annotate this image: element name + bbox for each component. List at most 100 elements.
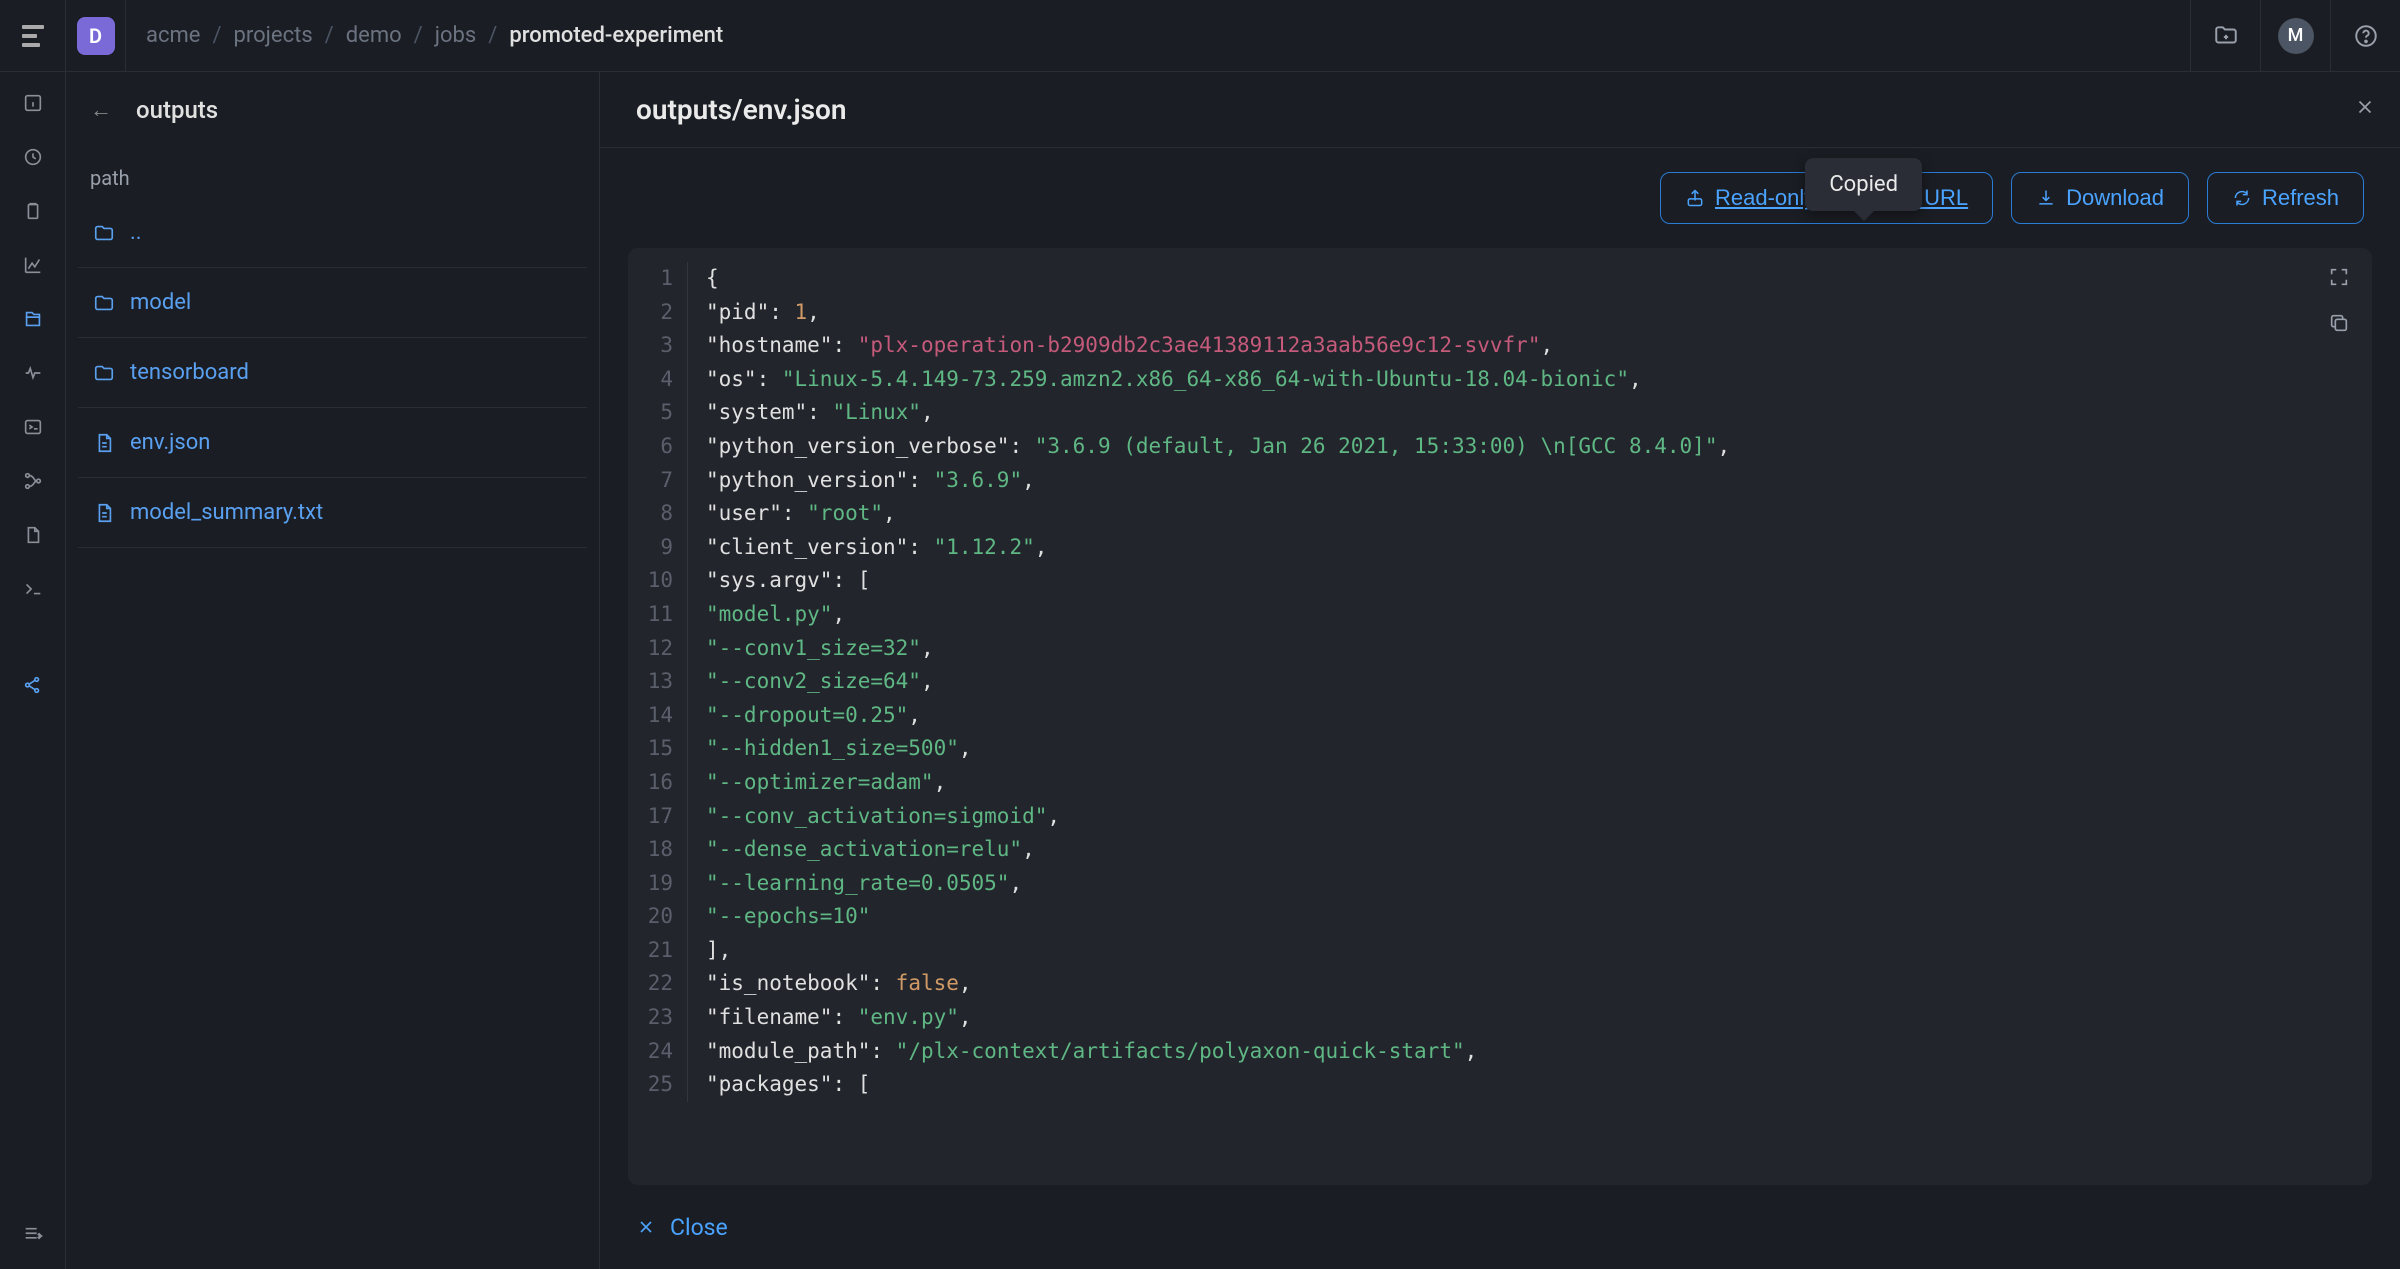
- rail-clock-icon[interactable]: [20, 144, 46, 170]
- tree-header-title: outputs: [136, 96, 218, 124]
- rail-artifacts-icon[interactable]: [20, 306, 46, 332]
- line-number: 14: [628, 699, 688, 733]
- code-line: 13 "--conv2_size=64",: [628, 665, 2372, 699]
- new-folder-button[interactable]: [2190, 0, 2260, 71]
- copy-code-button[interactable]: [2324, 308, 2354, 338]
- breadcrumb-jobs[interactable]: jobs: [435, 23, 477, 48]
- main: ← outputs path .. model tensorboard env.jso…: [0, 72, 2400, 1269]
- breadcrumb-demo[interactable]: demo: [346, 23, 402, 48]
- user-avatar[interactable]: M: [2260, 0, 2330, 71]
- rail-clipboard-icon[interactable]: [20, 198, 46, 224]
- file-tree-panel: ← outputs path .. model tensorboard env.jso…: [66, 72, 600, 1269]
- tree-back-button[interactable]: ←: [90, 97, 112, 123]
- code-line-content: ],: [706, 934, 731, 968]
- code-line: 16 "--optimizer=adam",: [628, 766, 2372, 800]
- close-icon: [636, 1217, 656, 1237]
- refresh-label: Refresh: [2262, 185, 2339, 211]
- fullscreen-button[interactable]: [2324, 262, 2354, 292]
- topbar: D acme/projects/demo/jobs/promoted-exper…: [0, 0, 2400, 72]
- code-line: 6 "python_version_verbose": "3.6.9 (defa…: [628, 430, 2372, 464]
- rail-console-icon[interactable]: [20, 576, 46, 602]
- line-number: 15: [628, 732, 688, 766]
- line-number: 8: [628, 497, 688, 531]
- share-icon: [1685, 188, 1705, 208]
- code-line-content: "packages": [: [706, 1068, 870, 1102]
- breadcrumbs: acme/projects/demo/jobs/promoted-experim…: [126, 23, 723, 48]
- code-line-content: "os": "Linux-5.4.149-73.259.amzn2.x86_64…: [706, 363, 1642, 397]
- code-line: 18 "--dense_activation=relu",: [628, 833, 2372, 867]
- code-line-content: "--optimizer=adam",: [706, 766, 946, 800]
- tree-list: .. model tensorboard env.json model_summary.…: [66, 198, 599, 548]
- line-number: 1: [628, 262, 688, 296]
- line-number: 19: [628, 867, 688, 901]
- code-line: 7 "python_version": "3.6.9",: [628, 464, 2372, 498]
- tree-item[interactable]: tensorboard: [78, 338, 587, 408]
- code-line: 15 "--hidden1_size=500",: [628, 732, 2372, 766]
- breadcrumb-separator: /: [325, 23, 334, 48]
- app-menu-button[interactable]: [0, 0, 66, 71]
- code-line-content: {: [706, 262, 719, 296]
- breadcrumb-acme[interactable]: acme: [146, 23, 200, 48]
- download-label: Download: [2066, 185, 2164, 211]
- tree-item[interactable]: ..: [78, 198, 587, 268]
- breadcrumb-separator: /: [488, 23, 497, 48]
- refresh-button[interactable]: Refresh: [2207, 172, 2364, 224]
- rail-share-icon[interactable]: [20, 672, 46, 698]
- rail-info-icon[interactable]: [20, 90, 46, 116]
- code-line-content: "python_version": "3.6.9",: [706, 464, 1035, 498]
- code-line-content: "module_path": "/plx-context/artifacts/p…: [706, 1035, 1477, 1069]
- code-line: 24 "module_path": "/plx-context/artifact…: [628, 1035, 2372, 1069]
- code-line-content: "model.py",: [706, 598, 845, 632]
- left-rail: [0, 72, 66, 1269]
- download-button[interactable]: Download: [2011, 172, 2189, 224]
- code-line-content: "is_notebook": false,: [706, 967, 972, 1001]
- tree-item[interactable]: model: [78, 268, 587, 338]
- code-view[interactable]: 1{2 "pid": 1,3 "hostname": "plx-operatio…: [628, 248, 2372, 1116]
- breadcrumb-projects[interactable]: projects: [234, 23, 313, 48]
- file-icon: [92, 501, 116, 525]
- close-panel-button[interactable]: [2354, 96, 2376, 118]
- project-badge-container[interactable]: D: [66, 0, 126, 71]
- code-line: 23 "filename": "env.py",: [628, 1001, 2372, 1035]
- rail-expand-icon[interactable]: [20, 1223, 46, 1249]
- rail-terminal-icon[interactable]: [20, 414, 46, 440]
- code-line: 17 "--conv_activation=sigmoid",: [628, 800, 2372, 834]
- rail-heart-icon[interactable]: [20, 360, 46, 386]
- copied-tooltip: Copied: [1805, 158, 1922, 211]
- tree-item[interactable]: model_summary.txt: [78, 478, 587, 548]
- download-icon: [2036, 188, 2056, 208]
- file-icon: [92, 431, 116, 455]
- folder-icon: [92, 221, 116, 245]
- code-line-content: "hostname": "plx-operation-b2909db2c3ae4…: [706, 329, 1553, 363]
- tree-item-label: model: [130, 290, 191, 315]
- code-line: 11 "model.py",: [628, 598, 2372, 632]
- line-number: 3: [628, 329, 688, 363]
- rail-chart-icon[interactable]: [20, 252, 46, 278]
- code-line-content: "pid": 1,: [706, 296, 820, 330]
- code-line-content: "system": "Linux",: [706, 396, 934, 430]
- tree-item-label: env.json: [130, 430, 210, 455]
- actions-bar: Read-only shareable URL Download Refresh: [600, 148, 2400, 248]
- line-number: 7: [628, 464, 688, 498]
- code-line-content: "sys.argv": [: [706, 564, 870, 598]
- line-number: 12: [628, 632, 688, 666]
- line-number: 25: [628, 1068, 688, 1102]
- rail-lineage-icon[interactable]: [20, 468, 46, 494]
- rail-file-icon[interactable]: [20, 522, 46, 548]
- code-line: 9 "client_version": "1.12.2",: [628, 531, 2372, 565]
- line-number: 20: [628, 900, 688, 934]
- tree-item-label: model_summary.txt: [130, 500, 323, 525]
- line-number: 5: [628, 396, 688, 430]
- tree-item[interactable]: env.json: [78, 408, 587, 478]
- code-line: 22 "is_notebook": false,: [628, 967, 2372, 1001]
- line-number: 13: [628, 665, 688, 699]
- topbar-right: M: [2190, 0, 2400, 71]
- close-button[interactable]: Close: [636, 1214, 728, 1241]
- tree-column-header: path: [66, 148, 599, 198]
- code-line: 4 "os": "Linux-5.4.149-73.259.amzn2.x86_…: [628, 363, 2372, 397]
- help-button[interactable]: [2330, 0, 2400, 71]
- code-line: 19 "--learning_rate=0.0505",: [628, 867, 2372, 901]
- code-line: 21 ],: [628, 934, 2372, 968]
- code-line: 8 "user": "root",: [628, 497, 2372, 531]
- app-logo-icon: [22, 25, 44, 47]
